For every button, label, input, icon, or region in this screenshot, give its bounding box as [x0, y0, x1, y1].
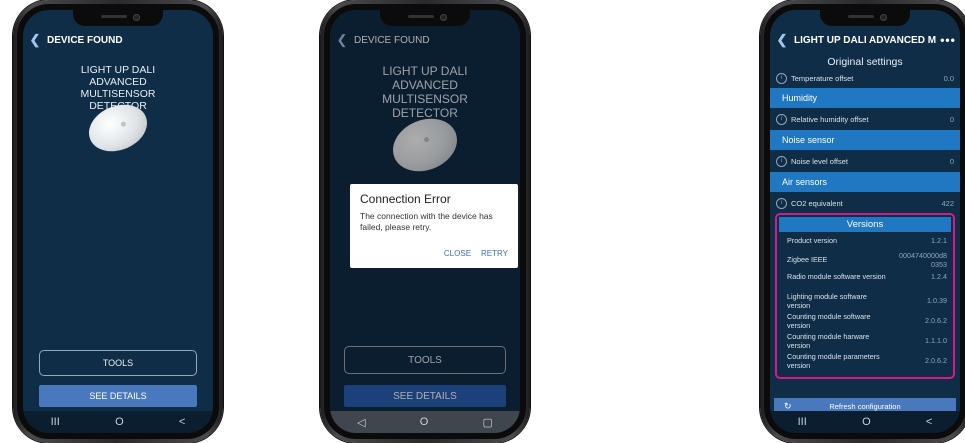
recents-icon[interactable]: ▢	[483, 416, 493, 429]
screen: ❮ LIGHT UP DALI ADVANCED M... ••• Origin…	[770, 10, 960, 433]
versions-panel: Versions Product version 1.2.1 Zigbee IEE…	[775, 213, 955, 379]
version-row: Counting module parameters version 2.0.6.…	[787, 352, 947, 370]
android-nav-bar: ◁ O ▢	[330, 411, 520, 433]
recents-icon[interactable]: III	[798, 416, 807, 428]
setting-row[interactable]: i Temperature offset 0.0	[770, 70, 960, 86]
info-icon[interactable]: i	[776, 72, 787, 84]
header-title: DEVICE FOUND	[47, 34, 123, 46]
header: ❮ DEVICE FOUND	[23, 26, 213, 54]
home-icon[interactable]: O	[862, 416, 871, 428]
notch	[380, 10, 470, 26]
screen: ❮ DEVICE FOUND LIGHT UP DALI ADVANCED MU…	[23, 10, 213, 433]
phone-connection-error: ❮ DEVICE FOUND LIGHT UP DALI ADVANCED MU…	[320, 0, 530, 443]
recents-icon[interactable]: III	[51, 416, 60, 428]
versions-title: Versions	[779, 217, 951, 232]
version-row: Product version 1.2.1	[787, 236, 947, 245]
android-nav-bar: III O <	[23, 411, 213, 433]
version-row: Radio module software version 1.2.4	[787, 272, 947, 281]
header: ❮ LIGHT UP DALI ADVANCED M... •••	[770, 26, 960, 54]
info-icon[interactable]: i	[776, 155, 787, 167]
dialog-message: The connection with the device has faile…	[360, 211, 493, 232]
tools-button[interactable]: TOOLS	[39, 350, 197, 376]
version-row: Counting module harware version 1.1.1.0	[787, 332, 947, 350]
version-row: Lighting module software version 1.0.39	[787, 292, 947, 310]
phone-settings: ❮ LIGHT UP DALI ADVANCED M... ••• Origin…	[760, 0, 965, 443]
section-title: Original settings	[827, 56, 903, 68]
back-icon[interactable]: <	[179, 416, 185, 428]
notch	[73, 10, 163, 26]
phone-device-found: ❮ DEVICE FOUND LIGHT UP DALI ADVANCED MU…	[13, 0, 223, 443]
refresh-icon: ↻	[784, 400, 792, 411]
retry-button[interactable]: RETRY	[481, 249, 508, 258]
back-icon[interactable]: <	[926, 416, 932, 428]
close-button[interactable]: CLOSE	[444, 249, 471, 258]
screen: ❮ DEVICE FOUND LIGHT UP DALI ADVANCED MU…	[330, 10, 520, 433]
info-icon[interactable]: i	[776, 197, 787, 209]
noise-band: Noise sensor	[770, 130, 960, 150]
setting-row[interactable]: i Relative humidity offset 0	[770, 111, 960, 127]
back-chevron-icon[interactable]: ❮	[23, 32, 47, 48]
connection-error-dialog: Connection Error The connection with the…	[350, 184, 518, 268]
dialog-title: Connection Error	[360, 192, 451, 206]
humidity-band: Humidity	[770, 88, 960, 108]
info-icon[interactable]: i	[776, 113, 787, 125]
header-title: LIGHT UP DALI ADVANCED M...	[794, 34, 936, 46]
back-icon[interactable]: ◁	[357, 416, 365, 429]
air-sensors-band: Air sensors	[770, 172, 960, 192]
more-menu-icon[interactable]: •••	[936, 33, 960, 47]
back-chevron-icon[interactable]: ❮	[770, 32, 794, 48]
see-details-button[interactable]: SEE DETAILS	[39, 385, 197, 407]
home-icon[interactable]: O	[420, 416, 429, 428]
version-row: Counting module software version 2.0.6.2	[787, 312, 947, 330]
android-nav-bar: III O <	[770, 411, 960, 433]
version-row: Zigbee IEEE 0004740000d8 0353	[787, 251, 947, 269]
notch	[820, 10, 910, 26]
setting-row[interactable]: i CO2 equivalent 422	[770, 195, 960, 211]
setting-row[interactable]: i Noise level offset 0	[770, 153, 960, 169]
home-icon[interactable]: O	[115, 416, 124, 428]
